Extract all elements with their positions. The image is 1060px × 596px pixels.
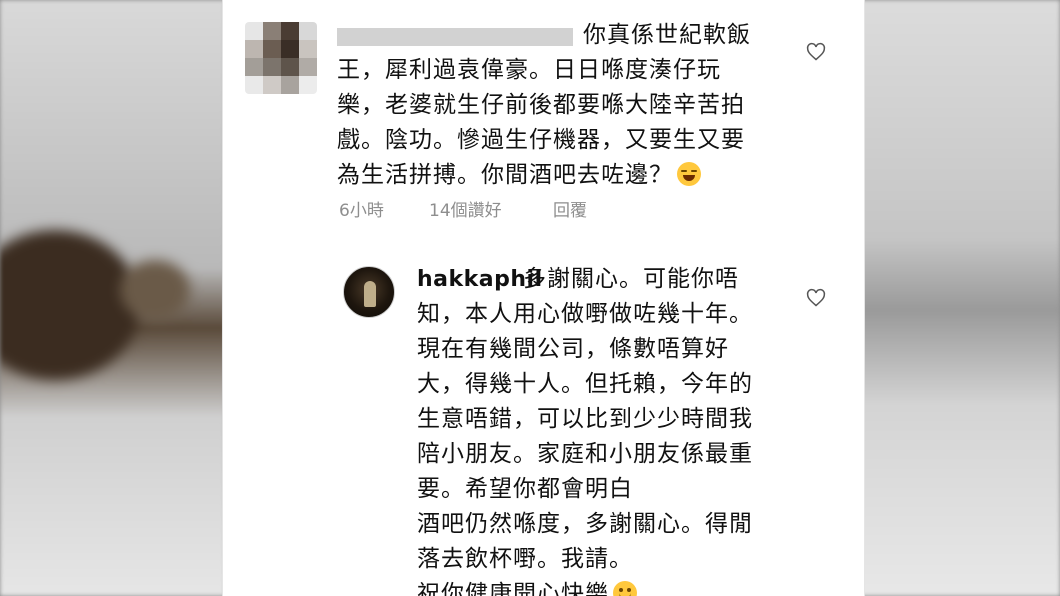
blurred-background-left <box>0 0 225 596</box>
comment-likes-count[interactable]: 14個讚好 <box>429 196 502 221</box>
reply-text-body: 知，本人用心做嘢做咗幾十年。 現在有幾間公司，條數唔算好 大，得幾十人。但托賴，… <box>417 301 753 596</box>
blurred-username[interactable] <box>337 28 573 46</box>
pixelated-avatar[interactable] <box>245 22 317 94</box>
laughing-face-icon <box>677 162 701 186</box>
reply-button[interactable]: 回覆 <box>553 196 587 221</box>
reply-text-first-line: 多謝關心。可能你唔 <box>523 266 739 292</box>
comment-panel: 你真係世紀軟飯 王，犀利過袁偉豪。日日喺度湊仔玩 樂，老婆就生仔前後都要喺大陸辛… <box>222 0 865 596</box>
hakkaphil-avatar[interactable] <box>343 266 395 318</box>
like-heart-icon[interactable] <box>806 42 826 62</box>
blurred-background-right <box>860 0 1060 596</box>
reply-like-heart-icon[interactable] <box>806 288 826 308</box>
reply-text: 知，本人用心做嘢做咗幾十年。 現在有幾間公司，條數唔算好 大，得幾十人。但托賴，… <box>417 297 753 596</box>
comment-time: 6小時 <box>339 201 384 221</box>
comment-text-first-line: 你真係世紀軟飯 <box>583 22 751 48</box>
comment-text: 王，犀利過袁偉豪。日日喺度湊仔玩 樂，老婆就生仔前後都要喺大陸辛苦拍 戲。陰功。… <box>337 53 745 193</box>
smiling-face-icon <box>613 581 637 596</box>
